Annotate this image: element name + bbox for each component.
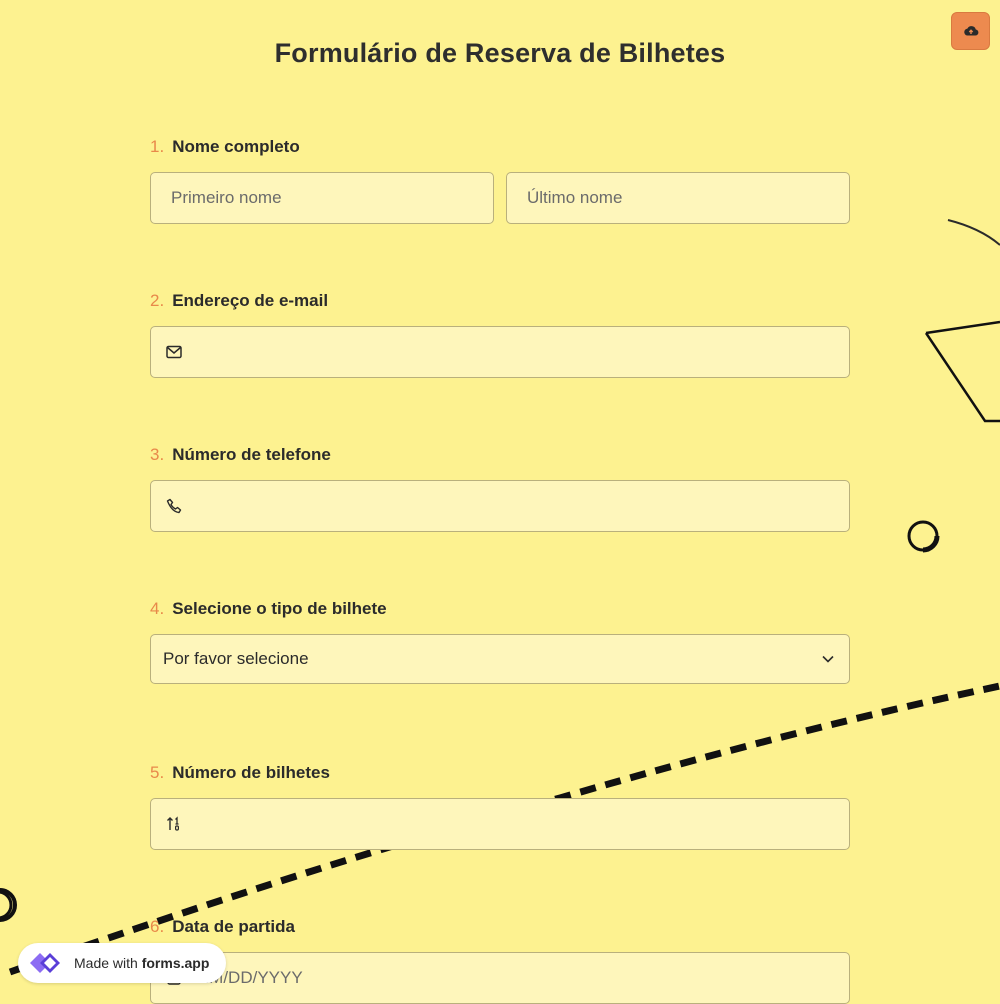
question-number: 5. [150, 763, 165, 782]
phone-icon [165, 497, 183, 515]
envelope-icon [165, 343, 183, 361]
question-number: 1. [150, 137, 165, 156]
question-text: Número de telefone [172, 445, 331, 464]
question-text: Endereço de e-mail [172, 291, 329, 310]
ticket-type-selected: Por favor selecione [163, 649, 309, 668]
badge-brand: forms.app [141, 955, 210, 971]
question-2-label: 2. Endereço de e-mail [150, 291, 328, 311]
first-name-field[interactable]: Primeiro nome [150, 172, 494, 224]
question-4-label: 4. Selecione o tipo de bilhete [150, 599, 387, 619]
page-title: Formulário de Reserva de Bilhetes [274, 38, 726, 68]
question-number: 6. [150, 917, 165, 936]
departure-date-field[interactable]: MM/DD/YYYY [150, 952, 850, 1004]
made-with-forms-app-badge[interactable]: Made with forms.app [18, 943, 226, 983]
question-3-label: 3. Número de telefone [150, 445, 331, 465]
badge-prefix: Made with [74, 955, 138, 971]
question-number: 3. [150, 445, 165, 464]
question-text: Número de bilhetes [172, 763, 330, 782]
question-number: 2. [150, 291, 165, 310]
question-1-label: 1. Nome completo [150, 137, 300, 157]
question-6-label: 6. Data de partida [150, 917, 295, 937]
ticket-count-field[interactable] [150, 798, 850, 850]
chevron-down-icon [822, 655, 834, 663]
cloud-upload-icon [963, 26, 978, 36]
first-name-placeholder: Primeiro nome [171, 188, 282, 207]
forms-app-logo-icon [30, 953, 60, 973]
sort-number-icon [165, 815, 183, 833]
phone-field[interactable] [150, 480, 850, 532]
last-name-placeholder: Último nome [527, 188, 623, 207]
email-field[interactable] [150, 326, 850, 378]
question-text: Data de partida [172, 917, 295, 936]
question-text: Selecione o tipo de bilhete [172, 599, 387, 618]
ticket-type-select[interactable]: Por favor selecione [150, 634, 850, 684]
question-5-label: 5. Número de bilhetes [150, 763, 330, 783]
question-text: Nome completo [172, 137, 300, 156]
last-name-field[interactable]: Último nome [506, 172, 850, 224]
question-number: 4. [150, 599, 165, 618]
